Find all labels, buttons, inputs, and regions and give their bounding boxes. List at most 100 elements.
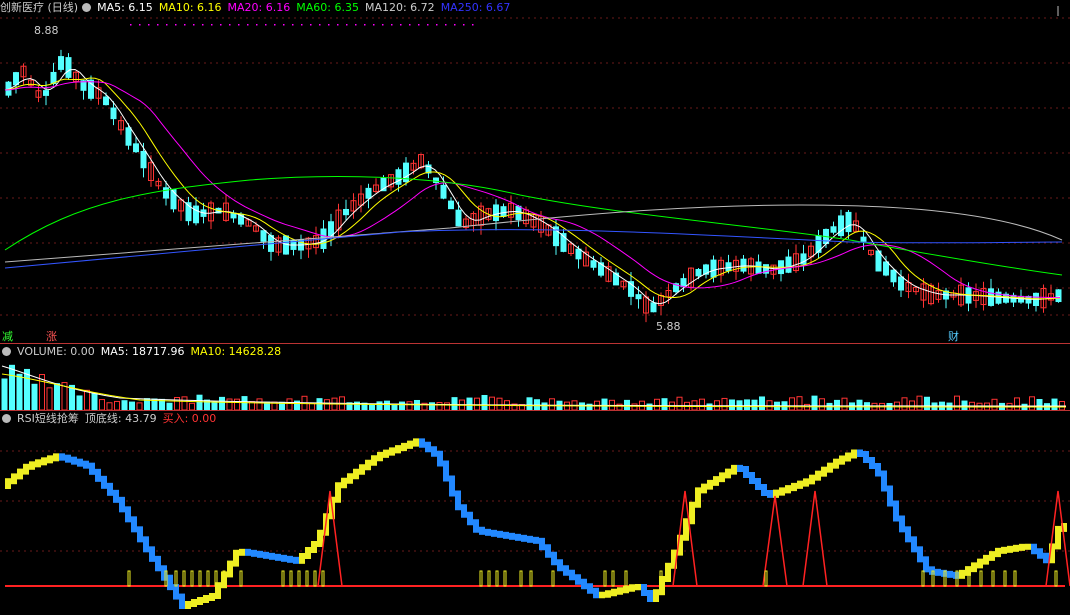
volume-bar [24,368,30,410]
rsi-tick [1013,570,1017,587]
rsi-bar [407,440,413,449]
rsi-bar [869,457,875,469]
volume-bar [406,401,413,410]
rsi-bar [899,515,905,533]
tag-finance: 财 [948,330,959,343]
rsi-bar [167,574,173,591]
volume-bar [954,395,960,410]
rsi-chart [0,438,1070,609]
price-panel: 创新医疗 (日线) MA5: 6.15 MA10: 6.16 MA20: 6.16 MA… [0,0,1070,343]
rsi-bar [425,441,431,453]
candle [365,187,372,199]
rsi-bar [947,570,953,578]
rsi-bar [839,455,845,465]
rsi-bar [275,553,281,561]
rsi-bar [59,453,65,461]
settings-icon[interactable] [82,3,92,12]
rsi-bar [1013,544,1019,552]
candle [110,107,117,120]
signal-dot [373,24,375,26]
rsi-bar [347,473,353,484]
rsi-tick [239,570,243,587]
rsi-bar [77,458,83,467]
candle [1055,289,1062,303]
rsi-bar [1043,552,1049,564]
rsi-bar [611,588,617,597]
rsi-bar [851,449,857,459]
rsi-bar [341,477,347,489]
volume-bar [549,398,555,410]
candle [448,200,454,210]
settings-icon[interactable] [2,414,11,423]
signal-dot [202,24,204,26]
rsi-bar [503,531,509,539]
rsi-bar [395,445,401,454]
rsi-bar [527,535,533,543]
volume-bar [84,389,90,410]
rsi-tick [206,570,210,587]
volume-bar [474,397,480,410]
volume-bar [129,401,135,410]
rsi-bar [917,546,923,563]
tag-rise: 涨 [46,330,57,343]
candle [43,90,49,96]
rsi-bar [719,472,725,483]
signal-dot [418,24,420,26]
rsi-bar [995,547,1001,558]
low-price-label: 5.88 [656,320,681,333]
rsi-bar [875,463,881,477]
rsi-bar [599,591,605,599]
rsi-bar [569,569,575,581]
rsi-bar [41,457,47,466]
rsi-line-label: 顶底线: 43.79 [84,412,157,425]
rsi-bar [1031,543,1037,555]
rsi-tick [611,570,615,587]
rsi-tick [313,570,317,587]
volume-bar [136,402,143,410]
rsi-bar [233,549,239,567]
rsi-tick [529,570,533,587]
volume-bar [181,396,188,410]
rsi-bar [761,484,767,496]
rsi-bar [389,447,395,456]
rsi-bar [773,489,779,498]
rsi-tick [979,570,983,587]
rsi-bar [911,536,917,553]
volume-bar [541,402,548,410]
rsi-bar [959,569,965,579]
signal-dot [346,24,348,26]
volume-bar [729,399,735,410]
candle [883,261,889,276]
rsi-bar [545,544,551,558]
rsi-bar [281,554,287,562]
rsi-bar [713,476,719,486]
rsi-bar [35,459,41,468]
rsi-bar [191,599,197,607]
rsi-bar [557,559,563,572]
buy-signal-spike [802,490,828,587]
rsi-bar [143,536,149,553]
rsi-bar [161,565,167,581]
rsi-bar [359,464,365,475]
volume-panel: VOLUME: 0.00 MA5: 18717.96 MA10: 14628.28 [0,344,1070,410]
volume-bar [699,398,705,410]
volume-bar [31,383,38,410]
signal-dot [310,24,312,26]
volume-bar [436,402,443,410]
signal-dot [400,24,402,26]
rsi-tick [281,570,285,587]
rsi-bar [89,462,95,475]
candle [575,248,582,260]
volume-bar [489,396,495,410]
rsi-tick [305,570,309,587]
rsi-bar [593,587,599,599]
settings-icon[interactable] [2,347,11,356]
rsi-bar [587,583,593,594]
volume-bar [91,392,98,410]
ma60-label: MA60: 6.35 [296,1,359,14]
high-price-label: 8.88 [34,24,59,37]
candle [500,206,507,217]
rsi-bar [689,501,695,525]
rsi-bar [23,463,29,475]
rsi-tick [503,570,507,587]
